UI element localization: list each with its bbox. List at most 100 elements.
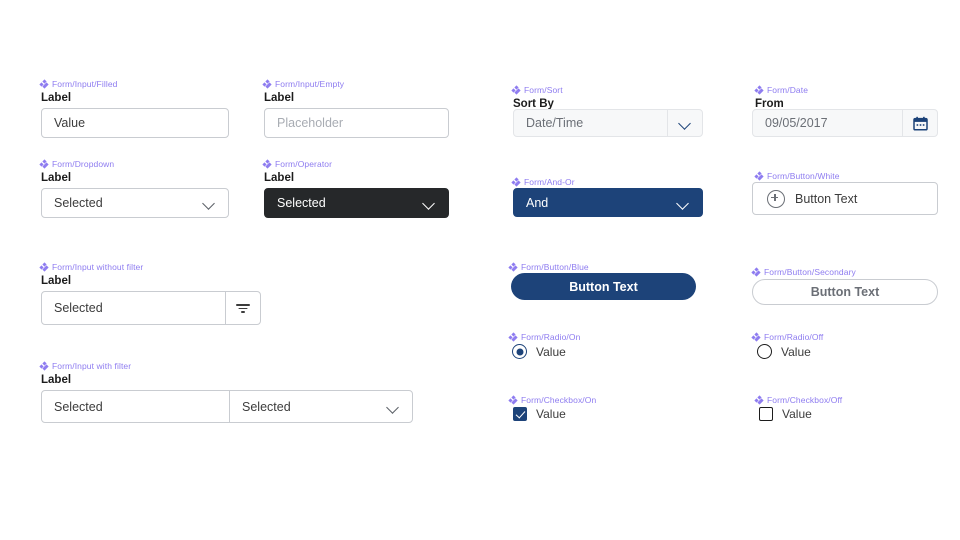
label-input-empty: Label [264, 92, 295, 104]
component-diamond-icon [262, 79, 272, 89]
label-input-with-filter: Label [41, 374, 72, 386]
radio-selected-icon[interactable] [512, 344, 527, 359]
and-or-value: And [526, 195, 549, 210]
component-diamond-icon [754, 395, 764, 405]
chevron-down-icon [202, 196, 216, 210]
input-with-filter-left[interactable]: Selected [42, 391, 230, 422]
component-diamond-icon [754, 171, 764, 181]
instance-label-checkbox-on: Form/Checkbox/On [508, 395, 597, 405]
input-filled[interactable]: Value [41, 108, 229, 138]
instance-label-text: Form/Button/Blue [521, 262, 589, 272]
input-empty[interactable]: Placeholder [264, 108, 449, 138]
chevron-down-icon [386, 400, 400, 414]
instance-label-checkbox-off: Form/Checkbox/Off [754, 395, 843, 405]
radio-on[interactable]: Value [512, 344, 566, 359]
input-with-filter[interactable]: Selected Selected [41, 390, 413, 423]
input-with-filter-right[interactable]: Selected [230, 391, 412, 422]
input-without-filter-value: Selected [54, 301, 103, 315]
instance-label-dropdown: Form/Dropdown [39, 159, 115, 169]
sort-value: Date/Time [526, 116, 584, 130]
instance-label-date: Form/Date [754, 85, 809, 95]
component-diamond-icon [39, 361, 49, 371]
component-diamond-icon [511, 177, 521, 187]
and-or-select[interactable]: And [513, 188, 703, 217]
checkbox-off[interactable]: Value [759, 407, 812, 421]
calendar-button[interactable] [902, 110, 937, 136]
plus-circle-icon [767, 189, 785, 208]
instance-label-operator: Form/Operator [262, 159, 333, 169]
component-diamond-icon [39, 159, 49, 169]
instance-label-input-without-filter: Form/Input without filter [39, 262, 144, 272]
input-without-filter[interactable]: Selected [41, 291, 261, 325]
instance-label-button-secondary: Form/Button/Secondary [751, 267, 856, 277]
instance-label-text: Form/Button/Secondary [764, 267, 856, 277]
operator-select[interactable]: Selected [264, 188, 449, 218]
component-diamond-icon [39, 79, 49, 89]
component-diamond-icon [508, 332, 518, 342]
checkbox-checked-icon[interactable] [513, 407, 527, 421]
instance-label-text: Form/Checkbox/Off [767, 395, 843, 405]
chevron-down-icon [422, 196, 436, 210]
input-filled-value: Value [54, 116, 86, 130]
checkbox-on-label: Value [536, 407, 566, 421]
instance-label-text: Form/Checkbox/On [521, 395, 597, 405]
instance-label-button-blue: Form/Button/Blue [508, 262, 589, 272]
instance-label-text: Form/Input without filter [52, 262, 144, 272]
filter-icon [235, 301, 251, 315]
instance-label-text: Form/Date [767, 85, 809, 95]
instance-label-input-with-filter: Form/Input with filter [39, 361, 132, 371]
label-input-filled: Label [41, 92, 72, 104]
instance-label-text: Form/Radio/Off [764, 332, 824, 342]
instance-label-radio-on: Form/Radio/On [508, 332, 581, 342]
instance-label-sort: Form/Sort [511, 85, 563, 95]
instance-label-radio-off: Form/Radio/Off [751, 332, 824, 342]
instance-label-text: Form/And-Or [524, 177, 575, 187]
instance-label-text: Form/Operator [275, 159, 333, 169]
calendar-icon [912, 116, 928, 131]
component-diamond-icon [751, 267, 761, 277]
input-with-filter-left-value: Selected [54, 399, 103, 414]
instance-label-input-filled: Form/Input/Filled [39, 79, 118, 89]
instance-label-text: Form/Button/White [767, 171, 840, 181]
white-button[interactable]: Button Text [752, 182, 938, 215]
blue-button-label: Button Text [569, 279, 638, 294]
input-empty-placeholder: Placeholder [277, 116, 344, 130]
secondary-button[interactable]: Button Text [752, 279, 938, 305]
component-diamond-icon [508, 395, 518, 405]
instance-label-text: Form/Radio/On [521, 332, 581, 342]
sort-select[interactable]: Date/Time [513, 109, 703, 137]
component-diamond-icon [751, 332, 761, 342]
radio-unselected-icon[interactable] [757, 344, 772, 359]
instance-label-input-empty: Form/Input/Empty [262, 79, 344, 89]
instance-label-text: Form/Input with filter [52, 361, 132, 371]
instance-label-and-or: Form/And-Or [511, 177, 575, 187]
instance-label-button-white: Form/Button/White [754, 171, 840, 181]
white-button-label: Button Text [795, 191, 858, 206]
date-value: 09/05/2017 [765, 116, 828, 130]
radio-off-label: Value [781, 344, 811, 359]
chevron-down-icon [676, 196, 690, 210]
secondary-button-label: Button Text [810, 285, 880, 299]
filter-button[interactable] [225, 292, 260, 324]
component-diamond-icon [262, 159, 272, 169]
component-diamond-icon [39, 262, 49, 272]
instance-label-text: Form/Input/Filled [52, 79, 118, 89]
component-diamond-icon [508, 262, 518, 272]
blue-button[interactable]: Button Text [511, 273, 696, 300]
label-input-without-filter: Label [41, 275, 72, 287]
component-diamond-icon [511, 85, 521, 95]
checkbox-unchecked-icon[interactable] [759, 407, 773, 421]
checkbox-on[interactable]: Value [513, 407, 566, 421]
radio-off[interactable]: Value [757, 344, 811, 359]
label-operator: Label [264, 172, 295, 184]
instance-label-text: Form/Dropdown [52, 159, 115, 169]
input-with-filter-right-value: Selected [242, 399, 291, 414]
dropdown-select[interactable]: Selected [41, 188, 229, 218]
sort-chevron-button[interactable] [667, 110, 702, 136]
chevron-down-icon [678, 116, 692, 130]
checkbox-off-label: Value [782, 407, 812, 421]
radio-on-label: Value [536, 344, 566, 359]
date-input[interactable]: 09/05/2017 [752, 109, 938, 137]
dropdown-value: Selected [54, 196, 103, 210]
label-dropdown: Label [41, 172, 72, 184]
